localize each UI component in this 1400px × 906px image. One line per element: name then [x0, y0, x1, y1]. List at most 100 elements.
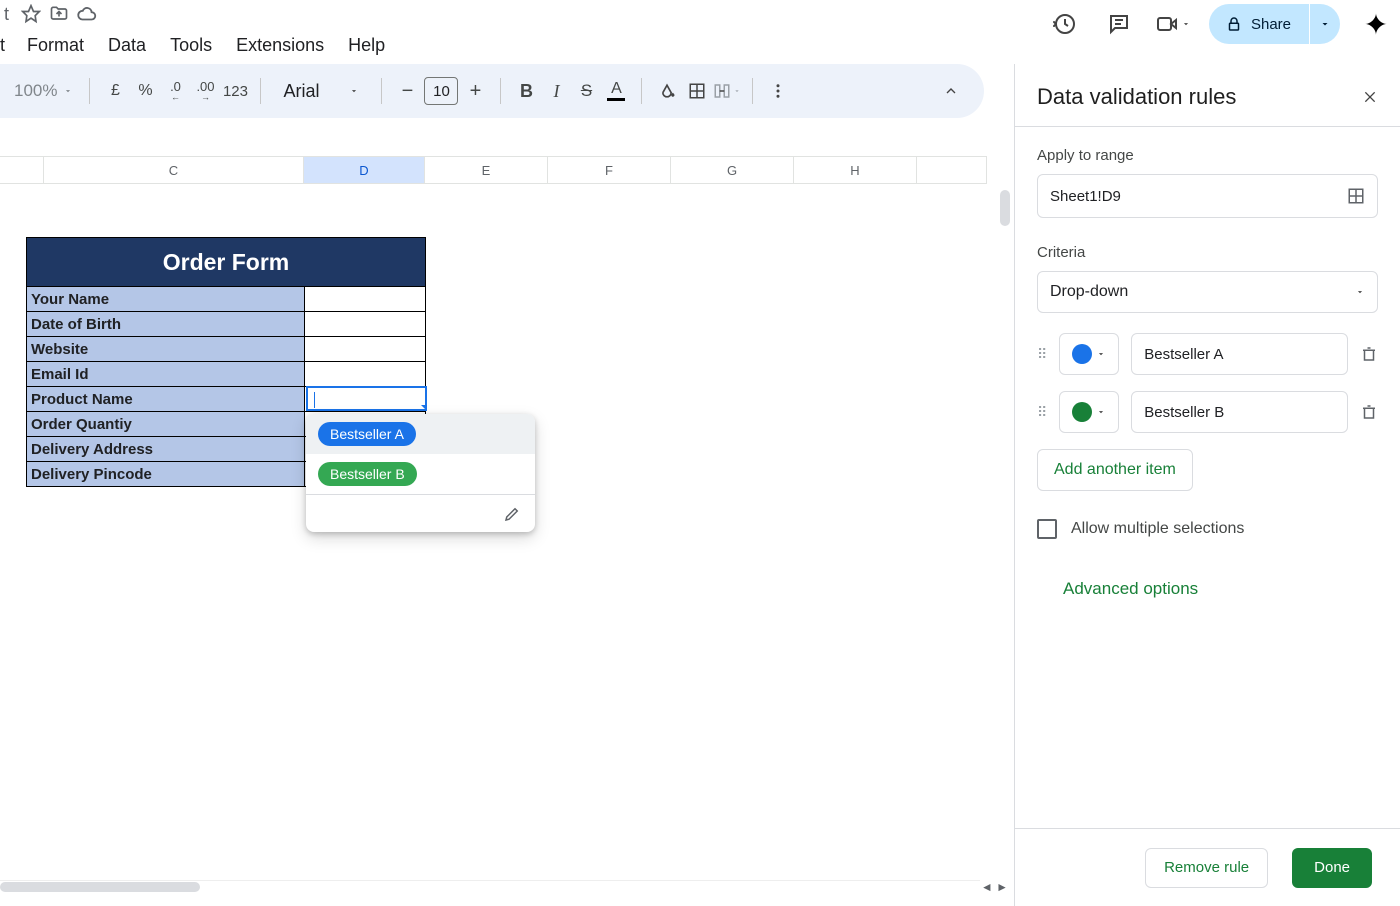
chevron-down-icon [1096, 407, 1106, 417]
option-value-input[interactable]: Bestseller B [1131, 391, 1348, 433]
option-color-select[interactable] [1059, 333, 1119, 375]
vertical-scrollbar[interactable] [1000, 190, 1010, 226]
increase-font-button[interactable]: + [460, 76, 490, 106]
chevron-down-icon [63, 86, 73, 96]
percent-button[interactable]: % [130, 76, 160, 106]
dropdown-option[interactable]: Bestseller B [306, 454, 535, 494]
form-row-label: Delivery Pincode [27, 461, 305, 486]
column-header[interactable]: D [304, 157, 425, 183]
italic-button[interactable]: I [541, 76, 571, 106]
font-name: Arial [283, 81, 319, 102]
criteria-select[interactable]: Drop-down [1037, 271, 1378, 313]
increase-decimal-button[interactable]: .00→ [190, 76, 220, 106]
font-select[interactable]: Arial [271, 81, 371, 102]
share-button-group: Share [1209, 4, 1340, 44]
chevron-down-icon [1096, 349, 1106, 359]
scroll-arrows[interactable]: ◄ ► [981, 880, 1008, 894]
share-dropdown[interactable] [1310, 4, 1340, 44]
color-dot-icon [1072, 344, 1092, 364]
zoom-value: 100% [14, 81, 57, 101]
form-row-value[interactable] [305, 361, 425, 386]
column-header[interactable]: F [548, 157, 671, 183]
menu-tools[interactable]: Tools [158, 29, 224, 62]
form-row-value[interactable] [305, 336, 425, 361]
form-row: Website [27, 336, 425, 361]
history-icon[interactable] [1047, 6, 1083, 42]
column-header[interactable]: G [671, 157, 794, 183]
borders-button[interactable] [682, 76, 712, 106]
decrease-font-button[interactable]: − [392, 76, 422, 106]
close-icon [1362, 89, 1378, 105]
top-right-controls: Share [1047, 0, 1394, 48]
spreadsheet-area[interactable]: Order Form Your NameDate of BirthWebsite… [0, 184, 984, 874]
menu-data[interactable]: Data [96, 29, 158, 62]
delete-option-button[interactable] [1360, 345, 1378, 363]
menu-item[interactable]: t [0, 29, 15, 62]
option-chip: Bestseller A [318, 422, 416, 446]
form-row-value[interactable] [305, 311, 425, 336]
close-sidebar-button[interactable] [1362, 89, 1378, 105]
allow-multiple-checkbox[interactable]: Allow multiple selections [1037, 519, 1378, 539]
toolbar: 100% £ % .0← .00→ 123 Arial − 10 + B I S… [0, 64, 984, 118]
bold-button[interactable]: B [511, 76, 541, 106]
form-row-value[interactable] [305, 286, 425, 311]
delete-option-button[interactable] [1360, 403, 1378, 421]
number-format-button[interactable]: 123 [220, 76, 250, 106]
currency-button[interactable]: £ [100, 76, 130, 106]
menu-help[interactable]: Help [336, 29, 397, 62]
font-size-group: − 10 + [392, 76, 490, 106]
dropdown-indicator-icon[interactable] [421, 405, 427, 411]
font-size-input[interactable]: 10 [424, 77, 458, 105]
merge-cells-button[interactable] [712, 76, 742, 106]
option-value-input[interactable]: Bestseller A [1131, 333, 1348, 375]
dropdown-edit-button[interactable] [306, 494, 535, 532]
collapse-toolbar-button[interactable] [936, 76, 966, 106]
criteria-option-row: ⠿ Bestseller A [1037, 333, 1378, 375]
drag-handle-icon[interactable]: ⠿ [1037, 346, 1047, 363]
checkbox-icon [1037, 519, 1057, 539]
strikethrough-button[interactable]: S [571, 76, 601, 106]
form-row-label: Date of Birth [27, 311, 305, 336]
share-button[interactable]: Share [1209, 4, 1309, 44]
title-fragment: t [4, 4, 9, 25]
cloud-status-icon[interactable] [73, 0, 101, 28]
pencil-icon [503, 505, 521, 523]
decrease-decimal-button[interactable]: .0← [160, 76, 190, 106]
form-row: Date of Birth [27, 311, 425, 336]
horizontal-scrollbar[interactable] [0, 882, 200, 892]
column-header[interactable] [0, 157, 44, 183]
column-header[interactable]: E [425, 157, 548, 183]
form-row: Email Id [27, 361, 425, 386]
column-header[interactable]: H [794, 157, 917, 183]
column-header[interactable]: C [44, 157, 304, 183]
range-value: Sheet1!D9 [1050, 188, 1121, 205]
menu-format[interactable]: Format [15, 29, 96, 62]
form-row-label: Order Quantiy [27, 411, 305, 436]
advanced-options-toggle[interactable]: Advanced options [1037, 579, 1378, 599]
remove-rule-button[interactable]: Remove rule [1145, 848, 1268, 888]
menu-bar: t Format Data Tools Extensions Help [0, 28, 397, 62]
form-row-label: Email Id [27, 361, 305, 386]
fill-color-button[interactable] [652, 76, 682, 106]
more-toolbar-button[interactable] [763, 76, 793, 106]
move-to-folder-icon[interactable] [45, 0, 73, 28]
dropdown-option[interactable]: Bestseller A [306, 414, 535, 454]
text-color-button[interactable]: A [601, 76, 631, 106]
add-another-item-button[interactable]: Add another item [1037, 449, 1193, 491]
grid-icon[interactable] [1347, 187, 1365, 205]
active-cell[interactable] [306, 386, 427, 411]
comments-icon[interactable] [1101, 6, 1137, 42]
gemini-icon[interactable] [1358, 6, 1394, 42]
form-row: Your Name [27, 286, 425, 311]
meet-button[interactable] [1155, 12, 1191, 36]
menu-extensions[interactable]: Extensions [224, 29, 336, 62]
form-row-label: Website [27, 336, 305, 361]
zoom-select[interactable]: 100% [0, 81, 79, 101]
option-color-select[interactable] [1059, 391, 1119, 433]
column-header[interactable] [917, 157, 987, 183]
star-icon[interactable] [17, 0, 45, 28]
done-button[interactable]: Done [1292, 848, 1372, 888]
drag-handle-icon[interactable]: ⠿ [1037, 404, 1047, 421]
apply-range-input[interactable]: Sheet1!D9 [1037, 174, 1378, 218]
sidebar-title: Data validation rules [1037, 84, 1236, 110]
